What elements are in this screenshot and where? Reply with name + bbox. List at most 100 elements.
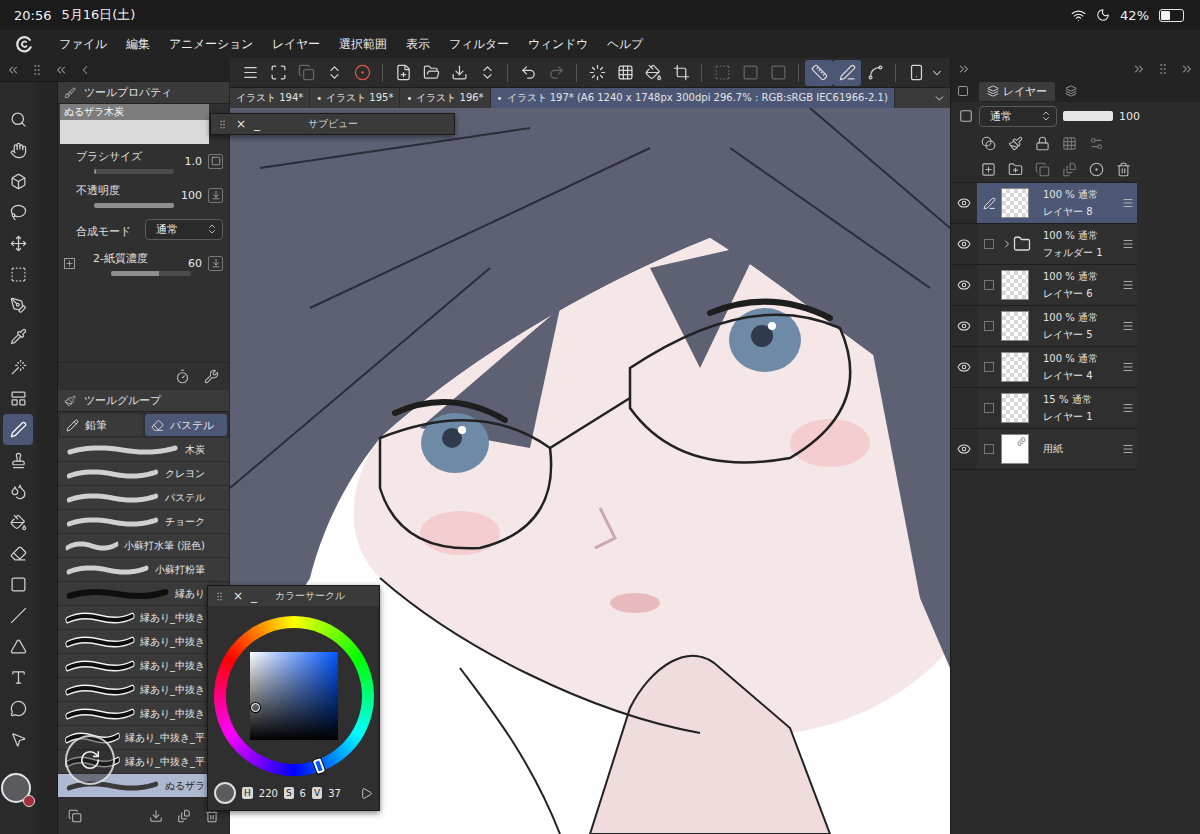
menu-item[interactable]: 編集	[126, 36, 150, 53]
layer-menu[interactable]	[1119, 279, 1137, 291]
tool-button[interactable]	[3, 414, 33, 445]
menu-item[interactable]: フィルター	[449, 36, 509, 53]
logo[interactable]	[14, 34, 34, 54]
visibility-toggle[interactable]	[951, 347, 977, 387]
tool-button[interactable]	[3, 476, 33, 507]
command-button[interactable]	[805, 60, 833, 86]
save-switch-icon[interactable]	[479, 64, 496, 81]
show-selection-icon[interactable]	[770, 64, 787, 81]
collapse-panel-icon[interactable]	[54, 63, 68, 77]
sub-tool-row[interactable]: クレヨン	[58, 462, 229, 486]
tool-button[interactable]	[3, 693, 33, 724]
command-button[interactable]	[736, 60, 764, 86]
new-layer-icon[interactable]	[981, 162, 996, 177]
hue-marker[interactable]	[313, 758, 325, 774]
menu-item[interactable]: ヘルプ	[607, 36, 643, 53]
property-option-button[interactable]	[208, 154, 223, 169]
command-button[interactable]	[514, 60, 542, 86]
layer-menu[interactable]	[1119, 402, 1137, 414]
duplicate-icon[interactable]	[298, 64, 315, 81]
command-button[interactable]	[236, 60, 264, 86]
tool-button[interactable]	[3, 383, 33, 414]
duplicate-subtool-icon[interactable]	[68, 809, 82, 823]
rotate-icon[interactable]	[79, 749, 101, 771]
tool-button[interactable]	[3, 104, 33, 135]
command-button[interactable]	[542, 60, 570, 86]
tool-button[interactable]	[3, 290, 33, 321]
layer-row[interactable]: 100 % 通常フォルダー 1	[951, 224, 1137, 265]
color-swatch[interactable]	[1, 773, 35, 807]
fill-selection-icon[interactable]	[645, 64, 662, 81]
tool-group-tab[interactable]: 鉛筆	[60, 414, 143, 436]
close-button[interactable]: ×	[236, 118, 246, 130]
sub-tool-row[interactable]: 縁あり_中抜き	[58, 606, 229, 630]
command-button[interactable]	[639, 60, 667, 86]
layer-row[interactable]: 100 % 通常レイヤー 5	[951, 306, 1137, 347]
tool-button[interactable]	[3, 631, 33, 662]
mask-icon[interactable]	[1089, 162, 1104, 177]
blend-mode-select[interactable]: 通常	[145, 219, 223, 240]
document-tab[interactable]: •イラスト 195*	[310, 88, 400, 108]
tool-button[interactable]	[3, 166, 33, 197]
lock-transparency-icon[interactable]	[1062, 136, 1077, 151]
command-button[interactable]	[389, 60, 417, 86]
snap-ruler-icon[interactable]	[811, 64, 828, 81]
property-slider[interactable]	[94, 203, 174, 208]
lock-icon[interactable]	[1035, 136, 1050, 151]
collapse-right-icon[interactable]	[1132, 62, 1146, 76]
command-button[interactable]	[348, 60, 376, 86]
snap-special-ruler-icon[interactable]	[839, 64, 856, 81]
save-icon[interactable]	[451, 64, 468, 81]
visibility-toggle[interactable]	[951, 429, 977, 469]
expand-icon[interactable]	[957, 62, 971, 76]
eye-icon[interactable]	[957, 360, 971, 374]
delete-icon[interactable]	[205, 809, 219, 823]
layer-menu-icon[interactable]	[1122, 197, 1134, 209]
command-button[interactable]	[764, 60, 792, 86]
sub-color[interactable]	[23, 795, 35, 807]
layer-row[interactable]: 100 % 通常レイヤー 6	[951, 265, 1137, 306]
new-folder-icon[interactable]	[1008, 162, 1023, 177]
redo-icon[interactable]	[548, 64, 565, 81]
layer-row[interactable]: 100 % 通常レイヤー 4	[951, 347, 1137, 388]
clipping-icon[interactable]	[1089, 136, 1104, 151]
property-option-button[interactable]	[208, 256, 223, 271]
window-header[interactable]: ×_カラーサークル	[208, 586, 379, 606]
command-button[interactable]	[292, 60, 320, 86]
tool-button[interactable]	[3, 228, 33, 259]
new-file-icon[interactable]	[395, 64, 412, 81]
layer-row[interactable]: 100 % 通常レイヤー 8	[951, 183, 1137, 224]
tool-button[interactable]	[3, 259, 33, 290]
tool-button[interactable]	[3, 352, 33, 383]
expand-button[interactable]	[64, 258, 75, 269]
close-button[interactable]: ×	[233, 590, 243, 602]
layer-menu-icon[interactable]	[1122, 320, 1134, 332]
layer-menu[interactable]	[1119, 197, 1137, 209]
minimize-button[interactable]: _	[254, 118, 260, 130]
hue-value[interactable]: 220	[259, 788, 278, 799]
clip-studio-icon[interactable]	[354, 64, 371, 81]
document-tab[interactable]: イラスト 194*	[230, 88, 310, 108]
menu-icon[interactable]	[242, 64, 259, 81]
layer-blend-select[interactable]: 通常	[979, 106, 1057, 127]
tool-button[interactable]	[3, 197, 33, 228]
command-button[interactable]	[473, 60, 501, 86]
value-value[interactable]: 37	[328, 788, 341, 799]
command-button[interactable]	[417, 60, 445, 86]
tool-button[interactable]	[3, 445, 33, 476]
sub-tool-row[interactable]: 縁あり	[58, 582, 229, 606]
visibility-toggle[interactable]	[951, 183, 977, 223]
hue-ring[interactable]	[214, 616, 374, 776]
layer-opacity-value[interactable]: 100	[1119, 110, 1140, 123]
current-color[interactable]	[214, 782, 236, 804]
tool-button[interactable]	[3, 135, 33, 166]
tool-button[interactable]	[3, 662, 33, 693]
open-file-icon[interactable]	[423, 64, 440, 81]
draft-layer-icon[interactable]	[1008, 136, 1023, 151]
color-circle-window[interactable]: ×_カラーサークルH220S6V37	[207, 585, 380, 811]
clip-studio-logo-icon[interactable]	[14, 34, 34, 54]
delete-layer-icon[interactable]	[1116, 162, 1131, 177]
menu-item[interactable]: 表示	[406, 36, 430, 53]
edit-target-toggle[interactable]	[977, 280, 1001, 290]
fit-icon[interactable]	[270, 64, 287, 81]
